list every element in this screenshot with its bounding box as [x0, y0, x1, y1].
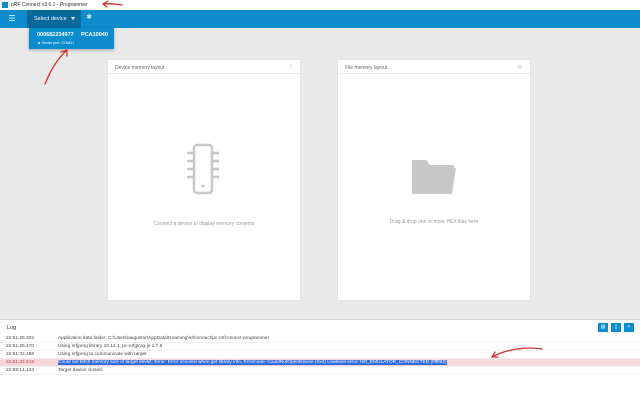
hamburger-icon[interactable]: ☰: [6, 14, 18, 24]
annotation-arrow-device: [44, 49, 68, 85]
log-title: Log: [7, 325, 17, 331]
log-row: 22:51:25.470 Using nrfjprog library 10.1…: [0, 343, 640, 351]
window-title: nRF Connect v3.6.1 - Programmer: [11, 2, 88, 8]
window-titlebar: nRF Connect v3.6.1 - Programmer: [0, 0, 640, 10]
chevron-down-icon: [71, 17, 75, 20]
device-memory-title: Device memory layout: [115, 65, 165, 71]
app-icon: [2, 2, 8, 8]
gear-icon[interactable]: ✱: [85, 14, 93, 22]
device-memory-message: Connect a device to display memory conte…: [153, 221, 255, 227]
open-file-icon[interactable]: ▤: [517, 64, 522, 70]
log-message: Using nrfjprog library 10.12.1, pc-nrfjp…: [58, 344, 163, 349]
log-row-error: 22:51:32.618 Could not fetch memory size…: [0, 359, 640, 367]
device-serial: 000682234977: [37, 32, 74, 38]
device-port: Serial port: COM11: [42, 41, 75, 45]
log-panel: Log ▤ ▯ + 22:51:25.332 Application data …: [0, 319, 640, 396]
select-device-button[interactable]: Select device: [27, 10, 81, 28]
log-time: 22:51:32.618: [6, 360, 35, 365]
log-row: 22:51:25.332 Application data folder: C:…: [0, 335, 640, 343]
log-message: Using nrfjprog to communicate with targe…: [58, 352, 147, 357]
device-memory-header: Device memory layout ▯: [108, 60, 300, 74]
device-memory-card: Device memory layout ▯ Connect a device …: [108, 60, 300, 300]
log-time: 22:51:32.488: [6, 352, 35, 357]
info-icon[interactable]: ▯: [289, 64, 292, 70]
log-time: 22:51:25.332: [6, 336, 35, 341]
file-memory-message: Drag & drop one or more HEX files here: [389, 219, 479, 225]
chip-icon: [187, 143, 219, 195]
plus-icon[interactable]: +: [624, 323, 634, 332]
folder-icon: [412, 160, 456, 194]
select-device-label: Select device: [34, 16, 67, 22]
device-board: PCA10040: [81, 32, 108, 38]
log-entries: 22:51:25.332 Application data folder: C:…: [0, 335, 640, 375]
file-memory-title: File memory layout: [345, 65, 388, 71]
log-row: 22:59:14.143 Target device closed.: [0, 367, 640, 375]
device-list-item[interactable]: 000682234977 PCA10040 Serial port: COM11: [29, 28, 114, 49]
log-message: Target device closed.: [58, 368, 104, 373]
open-log-folder-icon[interactable]: ▤: [598, 323, 608, 332]
file-memory-header: File memory layout ▤: [338, 60, 530, 74]
clear-log-icon[interactable]: ▯: [611, 323, 621, 332]
log-time: 22:51:25.470: [6, 344, 35, 349]
log-error-message[interactable]: Could not fetch memory size of target de…: [58, 360, 447, 365]
port-bullet-icon: [38, 42, 40, 44]
log-time: 22:59:14.143: [6, 368, 35, 373]
log-row: 22:51:32.488 Using nrfjprog to communica…: [0, 351, 640, 359]
log-toolbar: ▤ ▯ +: [598, 323, 634, 332]
log-message: Application data folder: C:\Users\august…: [58, 336, 270, 341]
file-memory-card: File memory layout ▤ Drag & drop one or …: [338, 60, 530, 300]
top-bar: ☰: [0, 10, 640, 28]
